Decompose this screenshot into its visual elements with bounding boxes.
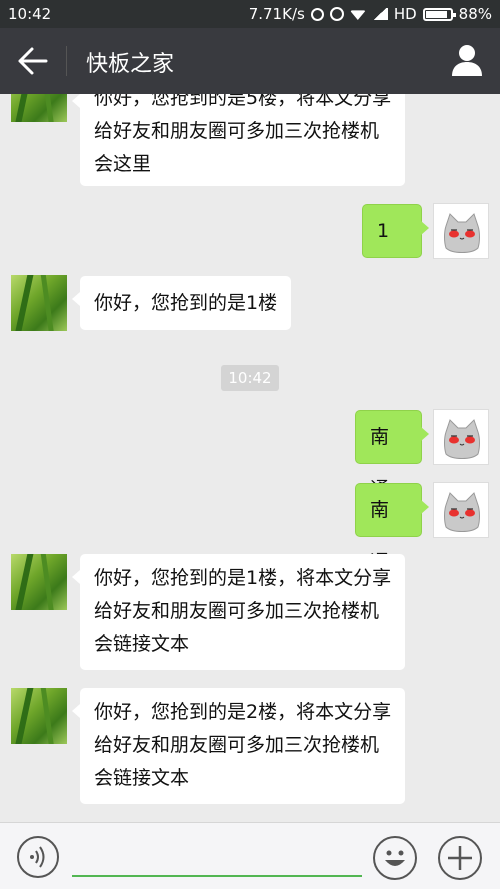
- message-list[interactable]: 你好，您抢到的是5楼，将本文分享 给好友和朋友圈可多加三次抢楼机 会这里 1 你…: [0, 94, 500, 822]
- header-divider: [66, 46, 67, 76]
- message-line: 会链接文本: [94, 767, 190, 789]
- battery-icon: [422, 7, 456, 21]
- message-bubble-sent[interactable]: 1: [362, 204, 429, 258]
- message-line: 会这里: [94, 153, 152, 175]
- status-icons: 7.71K/s HD 88%: [249, 5, 492, 23]
- contact-avatar[interactable]: [11, 554, 67, 610]
- message-line: 你好，您抢到的是5楼，将本文分享: [94, 94, 392, 109]
- voice-icon: [30, 846, 45, 868]
- cat-avatar-icon: [444, 213, 480, 253]
- plus-icon: [448, 846, 472, 870]
- emoji-button[interactable]: [373, 836, 417, 880]
- contact-avatar[interactable]: [11, 275, 67, 331]
- message-line: 你好，您抢到的是1楼，将本文分享: [94, 567, 392, 589]
- emoji-icon: [385, 850, 405, 866]
- my-avatar[interactable]: [433, 203, 489, 259]
- message-bubble-received[interactable]: 你好，您抢到的是2楼，将本文分享 给好友和朋友圈可多加三次抢楼机 会链接文本: [71, 688, 406, 804]
- arrow-left-icon: [18, 47, 48, 75]
- cat-avatar-icon: [444, 492, 480, 532]
- message-line: 给好友和朋友圈可多加三次抢楼机: [94, 600, 380, 622]
- message-bubble-sent[interactable]: 南通: [355, 410, 429, 500]
- status-bar: 10:42 7.71K/s HD 88%: [0, 0, 500, 28]
- chat-input-bar: [0, 822, 500, 889]
- more-button[interactable]: [438, 836, 482, 880]
- chat-title: 快板之家: [86, 52, 175, 77]
- message-line: 1: [377, 220, 390, 242]
- voice-button[interactable]: [17, 836, 59, 878]
- message-line: 给好友和朋友圈可多加三次抢楼机: [94, 120, 380, 142]
- message-line: 你好，您抢到的是2楼，将本文分享: [94, 701, 392, 723]
- cat-avatar-icon: [444, 419, 480, 459]
- status-time: 10:42: [8, 5, 52, 23]
- signal-icon: [371, 8, 388, 20]
- person-icon: [452, 45, 482, 76]
- my-avatar[interactable]: [433, 482, 489, 538]
- message-bubble-sent[interactable]: 南通: [355, 483, 429, 573]
- timestamp-divider: 10:42: [221, 365, 279, 391]
- profile-button[interactable]: [450, 42, 484, 78]
- battery-percent: 88%: [458, 5, 492, 23]
- message-line: 会链接文本: [94, 633, 190, 655]
- message-bubble-received[interactable]: 你好，您抢到的是5楼，将本文分享 给好友和朋友圈可多加三次抢楼机 会这里: [71, 94, 406, 186]
- message-bubble-received[interactable]: 你好，您抢到的是1楼，将本文分享 给好友和朋友圈可多加三次抢楼机 会链接文本: [71, 554, 406, 670]
- wifi-icon: [349, 10, 366, 20]
- my-avatar[interactable]: [433, 409, 489, 465]
- contact-avatar[interactable]: [11, 94, 67, 122]
- network-speed: 7.71K/s: [248, 5, 305, 23]
- sync-icon: [310, 7, 324, 21]
- chat-header: 快板之家: [0, 28, 500, 94]
- message-line: 给好友和朋友圈可多加三次抢楼机: [94, 734, 380, 756]
- message-input[interactable]: [72, 837, 362, 877]
- alarm-icon: [329, 7, 344, 21]
- contact-avatar[interactable]: [11, 688, 67, 744]
- message-line: 你好，您抢到的是1楼: [94, 292, 278, 314]
- message-bubble-received[interactable]: 你好，您抢到的是1楼: [71, 276, 292, 330]
- network-type: HD: [393, 5, 417, 23]
- back-button[interactable]: [16, 45, 50, 77]
